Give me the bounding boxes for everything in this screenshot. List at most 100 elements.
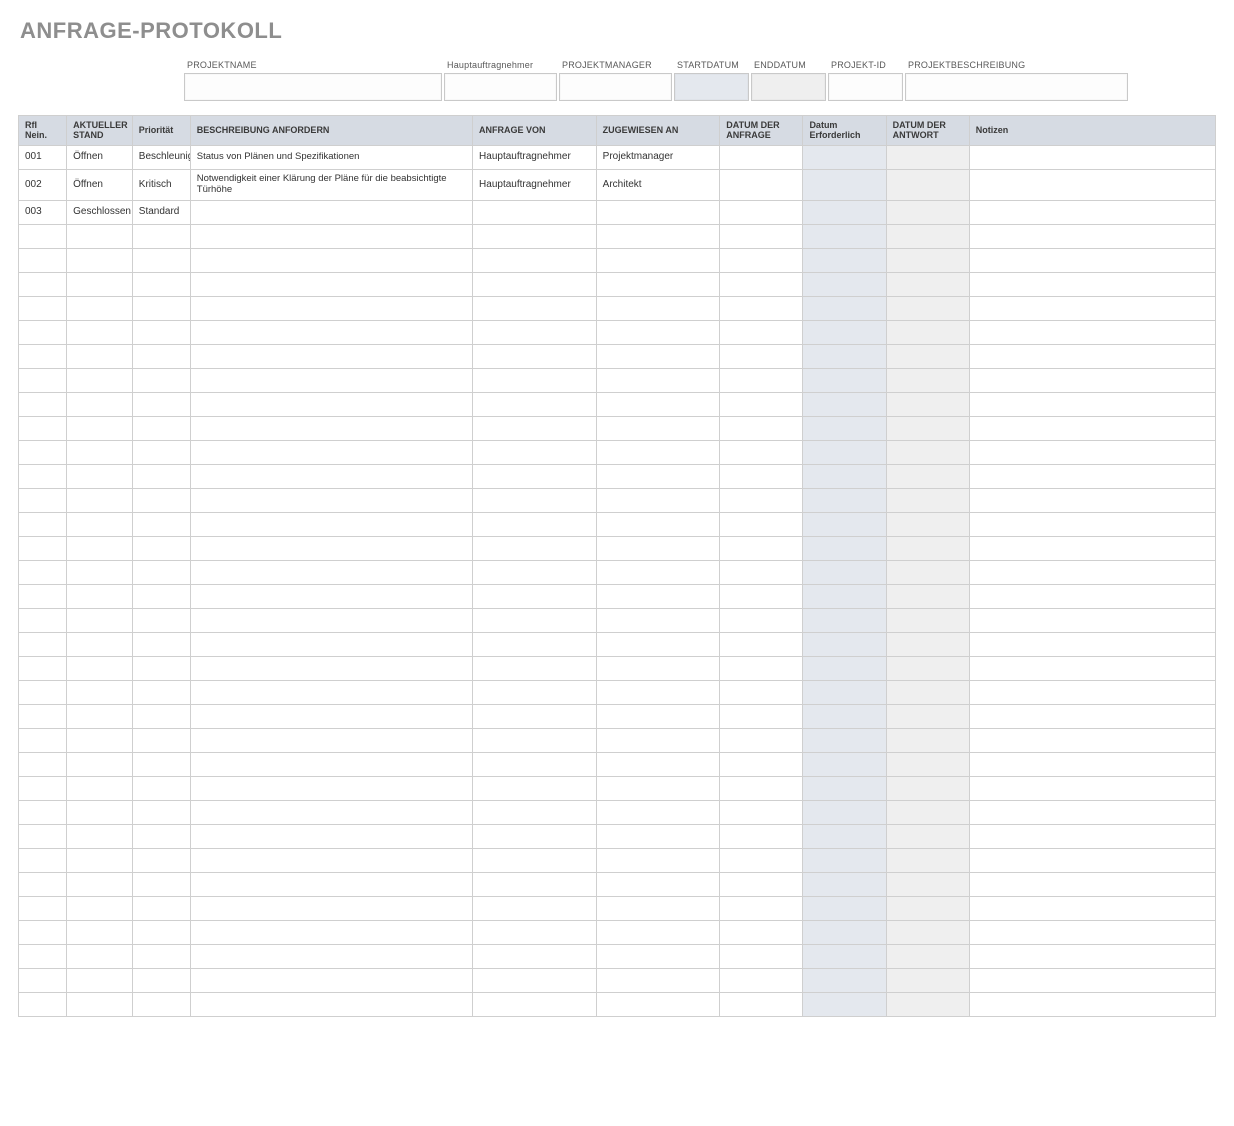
td-rfi-no[interactable]: 002 xyxy=(19,169,67,200)
td-rfi-no[interactable]: 003 xyxy=(19,200,67,224)
td-notes[interactable] xyxy=(969,320,1215,344)
td-status[interactable] xyxy=(67,824,133,848)
td-request-from[interactable] xyxy=(473,848,597,872)
td-date-response[interactable] xyxy=(886,169,969,200)
td-date-required[interactable] xyxy=(803,608,886,632)
td-description[interactable] xyxy=(190,536,472,560)
td-status[interactable] xyxy=(67,488,133,512)
td-assigned-to[interactable] xyxy=(596,632,720,656)
td-status[interactable] xyxy=(67,368,133,392)
td-assigned-to[interactable] xyxy=(596,584,720,608)
td-priority[interactable] xyxy=(132,848,190,872)
td-request-from[interactable] xyxy=(473,488,597,512)
td-date-required[interactable] xyxy=(803,440,886,464)
td-notes[interactable] xyxy=(969,145,1215,169)
td-date-request[interactable] xyxy=(720,728,803,752)
meta-input-project-name[interactable] xyxy=(184,73,442,101)
td-request-from[interactable] xyxy=(473,992,597,1016)
td-date-response[interactable] xyxy=(886,416,969,440)
td-notes[interactable] xyxy=(969,440,1215,464)
td-date-request[interactable] xyxy=(720,416,803,440)
td-request-from[interactable] xyxy=(473,272,597,296)
td-rfi-no[interactable] xyxy=(19,992,67,1016)
td-date-request[interactable] xyxy=(720,920,803,944)
td-request-from[interactable] xyxy=(473,536,597,560)
td-rfi-no[interactable] xyxy=(19,968,67,992)
td-status[interactable] xyxy=(67,728,133,752)
td-rfi-no[interactable] xyxy=(19,632,67,656)
td-rfi-no[interactable] xyxy=(19,680,67,704)
td-request-from[interactable] xyxy=(473,200,597,224)
td-date-required[interactable] xyxy=(803,704,886,728)
td-status[interactable] xyxy=(67,536,133,560)
td-description[interactable] xyxy=(190,704,472,728)
td-rfi-no[interactable] xyxy=(19,752,67,776)
td-priority[interactable] xyxy=(132,560,190,584)
td-date-response[interactable] xyxy=(886,632,969,656)
td-status[interactable]: Öffnen xyxy=(67,145,133,169)
td-request-from[interactable]: Hauptauftragnehmer xyxy=(473,145,597,169)
td-request-from[interactable] xyxy=(473,968,597,992)
td-date-request[interactable] xyxy=(720,968,803,992)
td-priority[interactable] xyxy=(132,896,190,920)
td-date-response[interactable] xyxy=(886,464,969,488)
td-priority[interactable] xyxy=(132,296,190,320)
td-status[interactable] xyxy=(67,272,133,296)
td-description[interactable] xyxy=(190,920,472,944)
td-notes[interactable] xyxy=(969,680,1215,704)
td-priority[interactable]: Beschleunigt xyxy=(132,145,190,169)
td-request-from[interactable] xyxy=(473,920,597,944)
td-date-required[interactable] xyxy=(803,248,886,272)
td-date-request[interactable] xyxy=(720,344,803,368)
td-rfi-no[interactable] xyxy=(19,344,67,368)
meta-input-project-desc[interactable] xyxy=(905,73,1128,101)
td-date-required[interactable] xyxy=(803,896,886,920)
td-priority[interactable] xyxy=(132,752,190,776)
td-date-required[interactable] xyxy=(803,944,886,968)
td-request-from[interactable] xyxy=(473,632,597,656)
td-date-required[interactable] xyxy=(803,296,886,320)
td-description[interactable] xyxy=(190,320,472,344)
td-status[interactable] xyxy=(67,800,133,824)
td-status[interactable] xyxy=(67,776,133,800)
td-assigned-to[interactable] xyxy=(596,728,720,752)
td-date-required[interactable] xyxy=(803,632,886,656)
td-rfi-no[interactable] xyxy=(19,320,67,344)
td-request-from[interactable] xyxy=(473,944,597,968)
td-status[interactable]: Geschlossen xyxy=(67,200,133,224)
td-notes[interactable] xyxy=(969,512,1215,536)
td-status[interactable] xyxy=(67,512,133,536)
td-date-request[interactable] xyxy=(720,392,803,416)
td-request-from[interactable] xyxy=(473,704,597,728)
td-date-response[interactable] xyxy=(886,344,969,368)
meta-input-project-manager[interactable] xyxy=(559,73,672,101)
td-status[interactable] xyxy=(67,872,133,896)
td-date-response[interactable] xyxy=(886,560,969,584)
td-description[interactable] xyxy=(190,488,472,512)
td-request-from[interactable] xyxy=(473,560,597,584)
td-request-from[interactable] xyxy=(473,248,597,272)
td-rfi-no[interactable] xyxy=(19,848,67,872)
td-date-response[interactable] xyxy=(886,368,969,392)
td-status[interactable] xyxy=(67,392,133,416)
td-date-required[interactable] xyxy=(803,169,886,200)
td-priority[interactable] xyxy=(132,728,190,752)
td-date-response[interactable] xyxy=(886,920,969,944)
td-notes[interactable] xyxy=(969,632,1215,656)
td-assigned-to[interactable] xyxy=(596,704,720,728)
td-assigned-to[interactable] xyxy=(596,296,720,320)
td-date-request[interactable] xyxy=(720,296,803,320)
td-assigned-to[interactable] xyxy=(596,896,720,920)
td-date-request[interactable] xyxy=(720,944,803,968)
td-date-request[interactable] xyxy=(720,512,803,536)
td-request-from[interactable]: Hauptauftragnehmer xyxy=(473,169,597,200)
td-date-required[interactable] xyxy=(803,488,886,512)
td-date-response[interactable] xyxy=(886,272,969,296)
td-date-response[interactable] xyxy=(886,752,969,776)
td-assigned-to[interactable] xyxy=(596,392,720,416)
td-priority[interactable] xyxy=(132,248,190,272)
td-rfi-no[interactable] xyxy=(19,224,67,248)
td-date-required[interactable] xyxy=(803,824,886,848)
td-description[interactable] xyxy=(190,992,472,1016)
td-date-response[interactable] xyxy=(886,800,969,824)
